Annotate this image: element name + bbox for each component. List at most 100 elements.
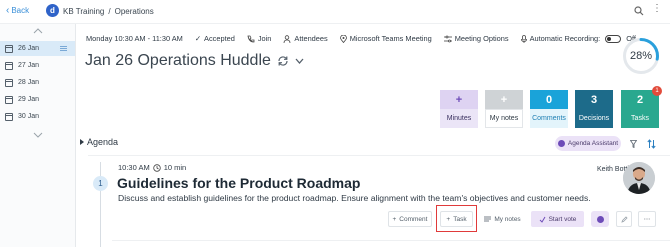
tile-label: Comments xyxy=(530,109,568,128)
attendees-button[interactable]: Attendees xyxy=(283,34,328,43)
caret-right-icon xyxy=(80,139,84,145)
meeting-options-button[interactable]: Meeting Options xyxy=(443,34,509,43)
agenda-item-time: 10:30 AM xyxy=(118,163,150,172)
agenda-item-title[interactable]: Guidelines for the Product Roadmap xyxy=(117,175,360,191)
chevron-left-icon: ‹ xyxy=(6,4,10,16)
sidebar-item-label: 29 Jan xyxy=(18,96,40,103)
tile-count: + xyxy=(440,90,478,109)
sliders-icon xyxy=(443,35,452,42)
chevron-up-icon[interactable] xyxy=(33,28,43,34)
tile-label: Minutes xyxy=(440,109,478,128)
calendar-icon xyxy=(5,61,13,70)
breadcrumb-workspace[interactable]: KB Training xyxy=(63,7,104,16)
tile-tasks[interactable]: 2 Tasks 1 xyxy=(621,86,662,128)
location-link[interactable]: Microsoft Teams Meeting xyxy=(339,34,432,43)
sidebar-item-29-jan[interactable]: 29 Jan xyxy=(0,92,75,107)
edit-button[interactable] xyxy=(616,211,632,227)
agenda-section-toggle[interactable]: Agenda xyxy=(80,137,118,147)
back-label: Back xyxy=(11,6,30,15)
microphone-icon xyxy=(520,34,527,43)
sidebar-item-label: 27 Jan xyxy=(18,62,40,69)
comment-button[interactable]: + Comment xyxy=(388,211,432,227)
sidebar-item-30-jan[interactable]: 30 Jan xyxy=(0,109,75,124)
tile-my-notes[interactable]: + My notes xyxy=(485,90,523,128)
breadcrumb-separator: / xyxy=(108,7,111,16)
join-label: Join xyxy=(257,34,272,43)
breadcrumb-page: Operations xyxy=(114,7,154,16)
plus-icon: + xyxy=(392,215,397,223)
avatar xyxy=(623,162,655,194)
calendar-icon xyxy=(5,112,13,121)
join-button[interactable]: Join xyxy=(247,34,272,43)
location-pin-icon xyxy=(339,34,347,43)
date-sidebar: 26 Jan 27 Jan 28 Jan 29 Jan 30 Jan xyxy=(0,24,76,247)
search-icon[interactable] xyxy=(634,6,644,16)
rsvp-status-label: Accepted xyxy=(204,34,235,43)
assistant-icon xyxy=(557,140,565,147)
tile-label: Decisions xyxy=(575,109,613,128)
meeting-info-row: Monday 10:30 AM - 11:30 AM ✓ Accepted Jo… xyxy=(86,34,636,43)
agenda-item-time-row: 10:30 AM 10 min xyxy=(118,163,186,172)
chevron-down-icon[interactable] xyxy=(33,132,43,138)
back-button[interactable]: ‹ Back xyxy=(6,4,30,16)
my-notes-button[interactable]: My notes xyxy=(479,211,526,227)
breadcrumb: KB Training / Operations xyxy=(63,7,154,16)
chevron-down-icon[interactable] xyxy=(295,58,304,64)
refresh-icon[interactable] xyxy=(277,55,289,67)
tile-count: 3 xyxy=(575,90,613,109)
task-button-highlight xyxy=(436,205,477,232)
phone-icon xyxy=(247,35,255,42)
calendar-icon xyxy=(5,44,13,53)
location-label: Microsoft Teams Meeting xyxy=(349,34,432,43)
comment-label: Comment xyxy=(399,215,428,223)
sort-icon[interactable] xyxy=(647,139,656,149)
person-icon xyxy=(284,34,291,43)
tile-minutes[interactable]: + Minutes xyxy=(440,90,478,128)
assistant-icon xyxy=(596,215,604,223)
agenda-item-number: 1 xyxy=(93,176,108,191)
sidebar-item-label: 28 Jan xyxy=(18,79,40,86)
tile-comments[interactable]: 0 Comments xyxy=(530,90,568,128)
agenda-assistant-button[interactable]: Agenda Assistant xyxy=(555,136,621,151)
tile-decisions[interactable]: 3 Decisions xyxy=(575,90,613,128)
sidebar-item-28-jan[interactable]: 28 Jan xyxy=(0,75,75,90)
vote-icon xyxy=(539,216,546,223)
more-actions-button[interactable]: ⋯ xyxy=(638,211,656,227)
page-title: Jan 26 Operations Huddle xyxy=(85,52,271,69)
agenda-item-description: Discuss and establish guidelines for the… xyxy=(118,193,591,203)
sidebar-item-label: 26 Jan xyxy=(18,45,40,52)
calendar-icon xyxy=(5,78,13,87)
automatic-recording: Automatic Recording: Off xyxy=(520,34,636,43)
progress-percentage: 28% xyxy=(629,50,653,62)
clock-icon xyxy=(153,163,161,172)
sidebar-item-label: 30 Jan xyxy=(18,113,40,120)
agenda-timeline xyxy=(100,162,101,247)
more-horizontal-icon: ⋯ xyxy=(643,216,651,223)
sidebar-item-26-jan[interactable]: 26 Jan xyxy=(0,41,75,56)
meeting-title-row: Jan 26 Operations Huddle xyxy=(85,52,304,70)
my-notes-label: My notes xyxy=(494,215,521,223)
recording-toggle[interactable] xyxy=(605,34,622,43)
top-bar: ‹ Back d KB Training / Operations ⋮ xyxy=(0,0,670,24)
meeting-time: Monday 10:30 AM - 11:30 AM xyxy=(86,34,183,43)
attendees-label: Attendees xyxy=(294,34,328,43)
calendar-icon xyxy=(5,95,13,104)
agenda-list-icon xyxy=(60,46,67,51)
tile-label: Tasks xyxy=(621,109,659,128)
meeting-options-label: Meeting Options xyxy=(454,34,509,43)
pencil-icon xyxy=(620,215,628,223)
agenda-heading: Agenda xyxy=(87,137,119,147)
check-icon: ✓ xyxy=(194,34,202,43)
sidebar-item-27-jan[interactable]: 27 Jan xyxy=(0,58,75,73)
more-vertical-icon[interactable]: ⋮ xyxy=(652,4,662,14)
tile-label: My notes xyxy=(485,109,523,128)
agenda-assistant-label: Agenda Assistant xyxy=(567,140,619,147)
recording-label: Automatic Recording: xyxy=(529,34,601,43)
filter-icon[interactable] xyxy=(630,140,637,148)
ai-assistant-button[interactable] xyxy=(591,211,609,227)
rsvp-status-button[interactable]: ✓ Accepted xyxy=(195,34,235,43)
tile-count: + xyxy=(485,90,523,109)
start-vote-button[interactable]: Start vote xyxy=(531,211,584,227)
org-logo[interactable]: d xyxy=(46,4,59,17)
start-vote-label: Start vote xyxy=(548,215,577,223)
